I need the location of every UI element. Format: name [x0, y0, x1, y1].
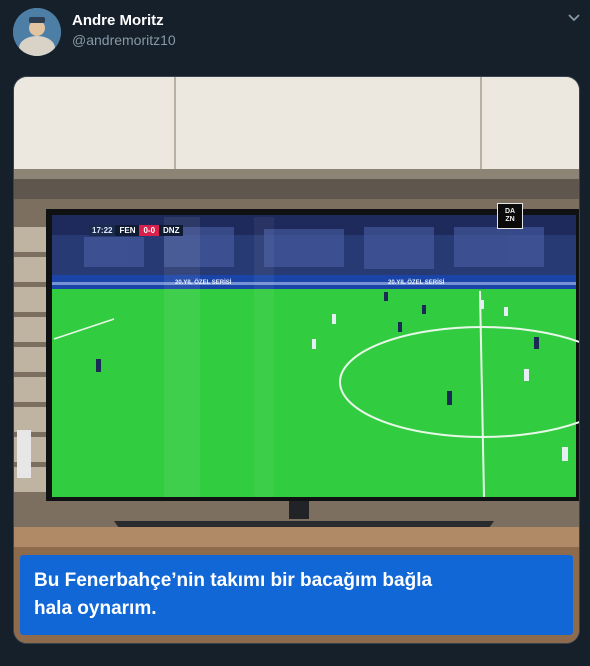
avatar[interactable] [13, 8, 61, 56]
author-handle[interactable]: @andremoritz10 [72, 32, 176, 48]
away-team: DNZ [159, 224, 184, 236]
ad-board-text-left: 20.YIL ÖZEL SERİSİ [175, 280, 232, 286]
caption-line-2: hala oynarım. [34, 598, 157, 619]
broadcaster-logo-line1: DA [504, 208, 516, 215]
author-name[interactable]: Andre Moritz [72, 12, 164, 29]
match-score: 0-0 [139, 224, 160, 236]
scoreboard: 17:22 FEN 0-0 DNZ [89, 223, 184, 237]
meme-caption: Bu Fenerbahçe’nin takımı bir bacağım bağ… [20, 555, 573, 635]
ad-board-text-right: 20.YIL ÖZEL SERİSİ [388, 280, 445, 286]
home-team: FEN [115, 224, 140, 236]
match-clock: 17:22 [89, 224, 116, 236]
broadcaster-logo: DA ZN [497, 203, 523, 229]
chevron-down-icon[interactable] [564, 8, 584, 28]
tweet: Andre Moritz @andremoritz10 17:22 FEN 0-… [0, 0, 590, 666]
caption-line-1: Bu Fenerbahçe’nin takımı bir bacağım bağ… [34, 570, 433, 591]
broadcaster-logo-line2: ZN [505, 216, 515, 223]
